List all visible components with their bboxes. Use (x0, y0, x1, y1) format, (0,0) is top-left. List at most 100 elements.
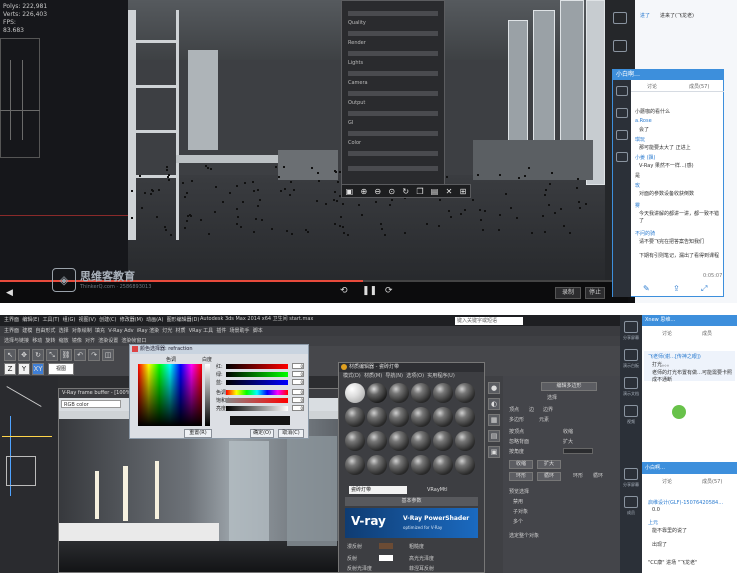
ok-button[interactable]: 确定(O) (250, 429, 274, 438)
zoom-icon[interactable]: ⊕ (360, 187, 367, 196)
sample-sphere[interactable] (455, 407, 475, 427)
ribbon-tab[interactable]: 自由形式 (35, 328, 55, 334)
whiteness-slider[interactable] (205, 364, 210, 426)
uv-tiling-icon[interactable]: ▤ (488, 430, 500, 442)
ribbon-tab[interactable]: 场景助手 (230, 328, 250, 334)
blue-slider[interactable] (226, 380, 288, 385)
menu-item[interactable]: 图形编辑器(D) (167, 317, 200, 323)
ribbon-tab[interactable]: V-Ray Adv (108, 328, 133, 334)
video-icon[interactable] (624, 405, 638, 417)
ribbon-tab[interactable]: 材质 (176, 328, 186, 334)
sample-sphere[interactable] (367, 383, 387, 403)
sample-sphere[interactable] (455, 431, 475, 451)
move-icon[interactable]: ✥ (18, 349, 30, 361)
tool-label[interactable]: 渲染设置 (98, 338, 118, 344)
snap-icon[interactable]: ◫ (102, 349, 114, 361)
settings-row[interactable] (348, 71, 438, 76)
ribbon-tab[interactable]: iRay 渲染 (137, 328, 159, 334)
menu-item[interactable]: 工具(T) (42, 317, 59, 323)
sample-sphere[interactable] (345, 407, 365, 427)
prop-label[interactable]: 子对象 (513, 508, 528, 515)
video-icon[interactable] (616, 152, 628, 162)
hue-value[interactable]: 0 (292, 389, 304, 395)
saturation-value[interactable]: 0 (292, 397, 304, 403)
red-slider[interactable] (226, 364, 288, 369)
sample-sphere[interactable] (433, 383, 453, 403)
tab-discussion[interactable]: 讨论 (662, 330, 672, 337)
settings-row[interactable] (348, 166, 438, 171)
ribbon-tab[interactable]: 主界面 (4, 328, 19, 334)
blue-value[interactable]: 0 (292, 379, 304, 385)
menu-item[interactable]: 选项(O) (406, 373, 424, 379)
menu-item[interactable]: 导航(N) (385, 373, 403, 379)
select-icon[interactable]: ↖ (4, 349, 16, 361)
backlight-icon[interactable]: ◐ (488, 398, 500, 410)
sample-sphere[interactable] (455, 455, 475, 475)
view-dropdown[interactable]: 视图 (48, 363, 74, 375)
prop-label[interactable]: 忽略背面 (509, 438, 529, 445)
menu-item[interactable]: 动画(A) (146, 317, 163, 323)
channel-select[interactable]: RGB color (61, 400, 121, 408)
chat-window-title[interactable]: 小白啊… (613, 70, 724, 80)
copy-icon[interactable]: ❐ (416, 187, 423, 196)
whiteboard-icon[interactable] (624, 349, 638, 361)
menu-item[interactable]: 修改器(M) (120, 317, 143, 323)
sample-sphere[interactable] (345, 383, 365, 403)
tool-label[interactable]: 移动 (32, 338, 42, 344)
sample-sphere[interactable] (411, 431, 431, 451)
axis-x-icon[interactable]: Z (4, 363, 16, 375)
ribbon-tab[interactable]: VRay 工具 (189, 328, 213, 334)
tool-label[interactable]: 对齐 (85, 338, 95, 344)
sample-sphere[interactable] (367, 407, 387, 427)
play-icon[interactable]: ⟲ (340, 286, 348, 296)
ribbon-tab[interactable]: 灯光 (162, 328, 172, 334)
color-picker-title[interactable]: 颜色选择器: refraction (130, 345, 308, 354)
prop-label[interactable]: 元素 (539, 416, 549, 423)
document-icon[interactable] (616, 130, 628, 140)
ribbon-tab[interactable]: 填充 (95, 328, 105, 334)
zoom-fit-icon[interactable]: ⊙ (388, 187, 395, 196)
prop-label[interactable]: 按顶点 (509, 428, 524, 435)
perspective-viewport[interactable] (0, 376, 58, 573)
reflect-swatch[interactable] (379, 555, 393, 561)
share-screen-icon[interactable] (616, 86, 628, 96)
axis-xy-icon[interactable]: XY (32, 363, 44, 375)
material-editor[interactable]: 材质编辑器 - 瓷砖灯带 模式(D) 材质(M) 导航(N) 选项(O) 实用程… (338, 362, 485, 573)
grow-button[interactable]: 扩大 (537, 460, 561, 469)
value-slider[interactable] (226, 406, 288, 411)
menu-item[interactable]: 模式(D) (343, 373, 361, 379)
settings-row[interactable] (348, 151, 438, 156)
save-icon[interactable]: ▤ (431, 187, 439, 196)
ribbon-tab[interactable]: 建模 (22, 328, 32, 334)
render-viewport[interactable]: Quality Render Lights Camera Output GI C… (128, 0, 605, 290)
pause-icon[interactable]: ❚❚ (362, 286, 377, 296)
settings-row[interactable] (348, 31, 438, 36)
prop-label[interactable]: 边界 (543, 406, 553, 413)
chat-window-title[interactable]: Xnew 思维… (642, 315, 737, 326)
prop-label[interactable]: 边 (529, 406, 534, 413)
tab-discussion[interactable]: 讨论 (662, 478, 672, 485)
document-icon[interactable] (624, 377, 638, 389)
camera-icon[interactable] (613, 12, 627, 24)
tab-discussion[interactable]: 讨论 (647, 83, 657, 90)
material-name-field[interactable]: 瓷砖灯带 (349, 486, 407, 494)
tool-label[interactable]: 旋转 (45, 338, 55, 344)
ribbon-tab[interactable]: 脚本 (253, 328, 263, 334)
sample-sphere[interactable] (389, 431, 409, 451)
next-icon[interactable]: ⟳ (385, 286, 393, 296)
search-input[interactable]: 键入关键字或短语 (455, 317, 523, 325)
saturation-slider[interactable] (226, 398, 288, 403)
red-value[interactable]: 0 (292, 363, 304, 369)
modifier-name[interactable]: 编辑多边形 (541, 382, 597, 391)
screen-icon[interactable] (613, 40, 627, 52)
sample-sphere[interactable] (411, 407, 431, 427)
basic-params-rollout[interactable]: 基本参数 (345, 497, 478, 506)
material-editor-title[interactable]: 材质编辑器 - 瓷砖灯带 (339, 363, 484, 372)
prop-label[interactable]: 禁用 (513, 498, 523, 505)
menu-item[interactable]: 编辑(E) (22, 317, 39, 323)
undo-icon[interactable]: ↶ (74, 349, 86, 361)
members-icon[interactable] (624, 496, 638, 508)
film-icon[interactable]: ▣ (346, 187, 354, 196)
prop-label[interactable]: 按角度 (509, 448, 524, 455)
record-button[interactable]: 录制 (555, 287, 581, 299)
